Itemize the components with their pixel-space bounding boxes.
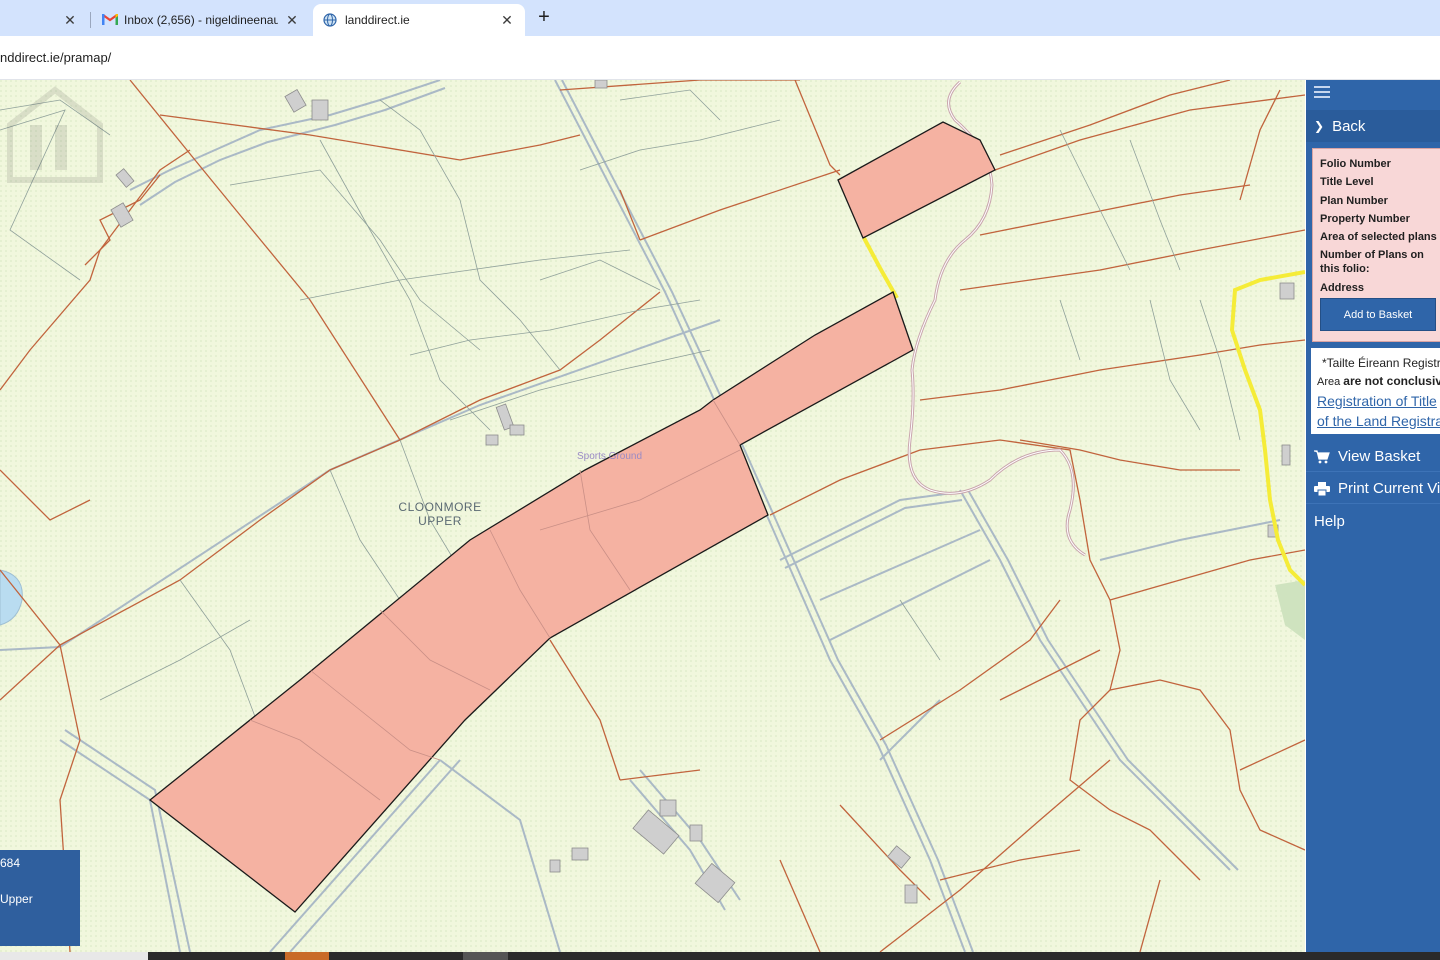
gmail-icon bbox=[102, 13, 118, 27]
taskbar-app-icon[interactable] bbox=[463, 952, 508, 960]
print-view-label: Print Current Vie bbox=[1338, 480, 1440, 497]
map-canvas[interactable] bbox=[0, 80, 1305, 952]
disclaimer-prefix: Area bbox=[1317, 376, 1344, 388]
back-label: Back bbox=[1332, 117, 1366, 135]
browser-tab-landdirect[interactable]: landdirect.ie ✕ bbox=[313, 4, 525, 36]
info-line-2: Upper bbox=[0, 892, 33, 906]
help-button[interactable]: Help bbox=[1306, 506, 1440, 536]
title-level-label: Title Level bbox=[1320, 176, 1374, 189]
close-tab-icon[interactable]: ✕ bbox=[284, 12, 300, 29]
browser-tab-bar: ✕ Inbox (2,656) - nigeldineenauctio ✕ la… bbox=[0, 0, 1440, 36]
parcel-info-popup[interactable]: 684 Upper bbox=[0, 850, 80, 946]
printer-icon bbox=[1314, 481, 1330, 496]
view-basket-button[interactable]: View Basket bbox=[1306, 442, 1440, 472]
url-text[interactable]: nddirect.ie/pramap/ bbox=[0, 50, 111, 65]
taskbar-app-icon[interactable] bbox=[285, 952, 329, 960]
chevron-right-icon: ❯ bbox=[1314, 119, 1325, 133]
view-basket-label: View Basket bbox=[1338, 448, 1421, 465]
plan-number-label: Plan Number bbox=[1320, 194, 1388, 207]
cart-icon bbox=[1314, 449, 1330, 464]
tab-title: landdirect.ie bbox=[345, 13, 410, 27]
tab-separator bbox=[90, 12, 91, 28]
disclaimer-bold: are not conclusiv bbox=[1343, 374, 1440, 388]
add-to-basket-button[interactable]: Add to Basket bbox=[1320, 298, 1436, 331]
os-taskbar bbox=[0, 952, 1440, 960]
close-tab-icon[interactable]: ✕ bbox=[62, 12, 78, 29]
townland-label-line1: CLOONMORE bbox=[398, 500, 482, 514]
menu-hamburger-icon[interactable] bbox=[1314, 86, 1330, 100]
map-view[interactable]: CLOONMORE UPPER Sports Ground 684 Upper bbox=[0, 80, 1305, 952]
info-line-1: 684 bbox=[0, 856, 21, 870]
townland-label: CLOONMORE UPPER bbox=[388, 500, 492, 528]
land-registry-link[interactable]: of the Land Registra bbox=[1317, 411, 1440, 431]
close-tab-icon[interactable]: ✕ bbox=[499, 12, 515, 29]
address-label: Address bbox=[1320, 281, 1365, 294]
sports-ground-label: Sports Ground bbox=[577, 451, 643, 462]
new-tab-button[interactable]: + bbox=[533, 6, 555, 30]
folio-number-label: Folio Number bbox=[1320, 158, 1391, 170]
print-current-view-button[interactable]: Print Current Vie bbox=[1306, 474, 1440, 504]
number-of-plans-label: Number of Plans on this folio: bbox=[1320, 249, 1424, 276]
browser-tab-gmail[interactable]: Inbox (2,656) - nigeldineenauctio ✕ bbox=[92, 4, 310, 36]
landdirect-globe-icon bbox=[323, 13, 339, 27]
back-button[interactable]: ❯ Back bbox=[1306, 110, 1440, 142]
townland-label-line2: UPPER bbox=[418, 514, 462, 528]
side-panel: ❯ Back Folio Number Title Level Plan Num… bbox=[1306, 80, 1440, 952]
disclaimer-line-2: Area are not conclusiv bbox=[1317, 372, 1440, 391]
registration-of-title-link[interactable]: Registration of Title bbox=[1317, 391, 1440, 411]
address-bar[interactable]: nddirect.ie/pramap/ bbox=[0, 36, 1440, 80]
property-number-label: Property Number bbox=[1320, 212, 1410, 225]
disclaimer-line-1: *Tailte Éireann Registra bbox=[1322, 356, 1440, 370]
taskbar-segment bbox=[0, 952, 148, 960]
area-selected-plans-label: Area of selected plans bbox=[1320, 231, 1437, 244]
watermark-logo-icon bbox=[7, 86, 103, 183]
tab-title: Inbox (2,656) - nigeldineenauctio bbox=[124, 13, 278, 27]
disclaimer-box: *Tailte Éireann Registra Area are not co… bbox=[1311, 348, 1440, 434]
help-label: Help bbox=[1314, 512, 1345, 530]
browser-tab-previous[interactable]: ✕ bbox=[0, 4, 88, 36]
